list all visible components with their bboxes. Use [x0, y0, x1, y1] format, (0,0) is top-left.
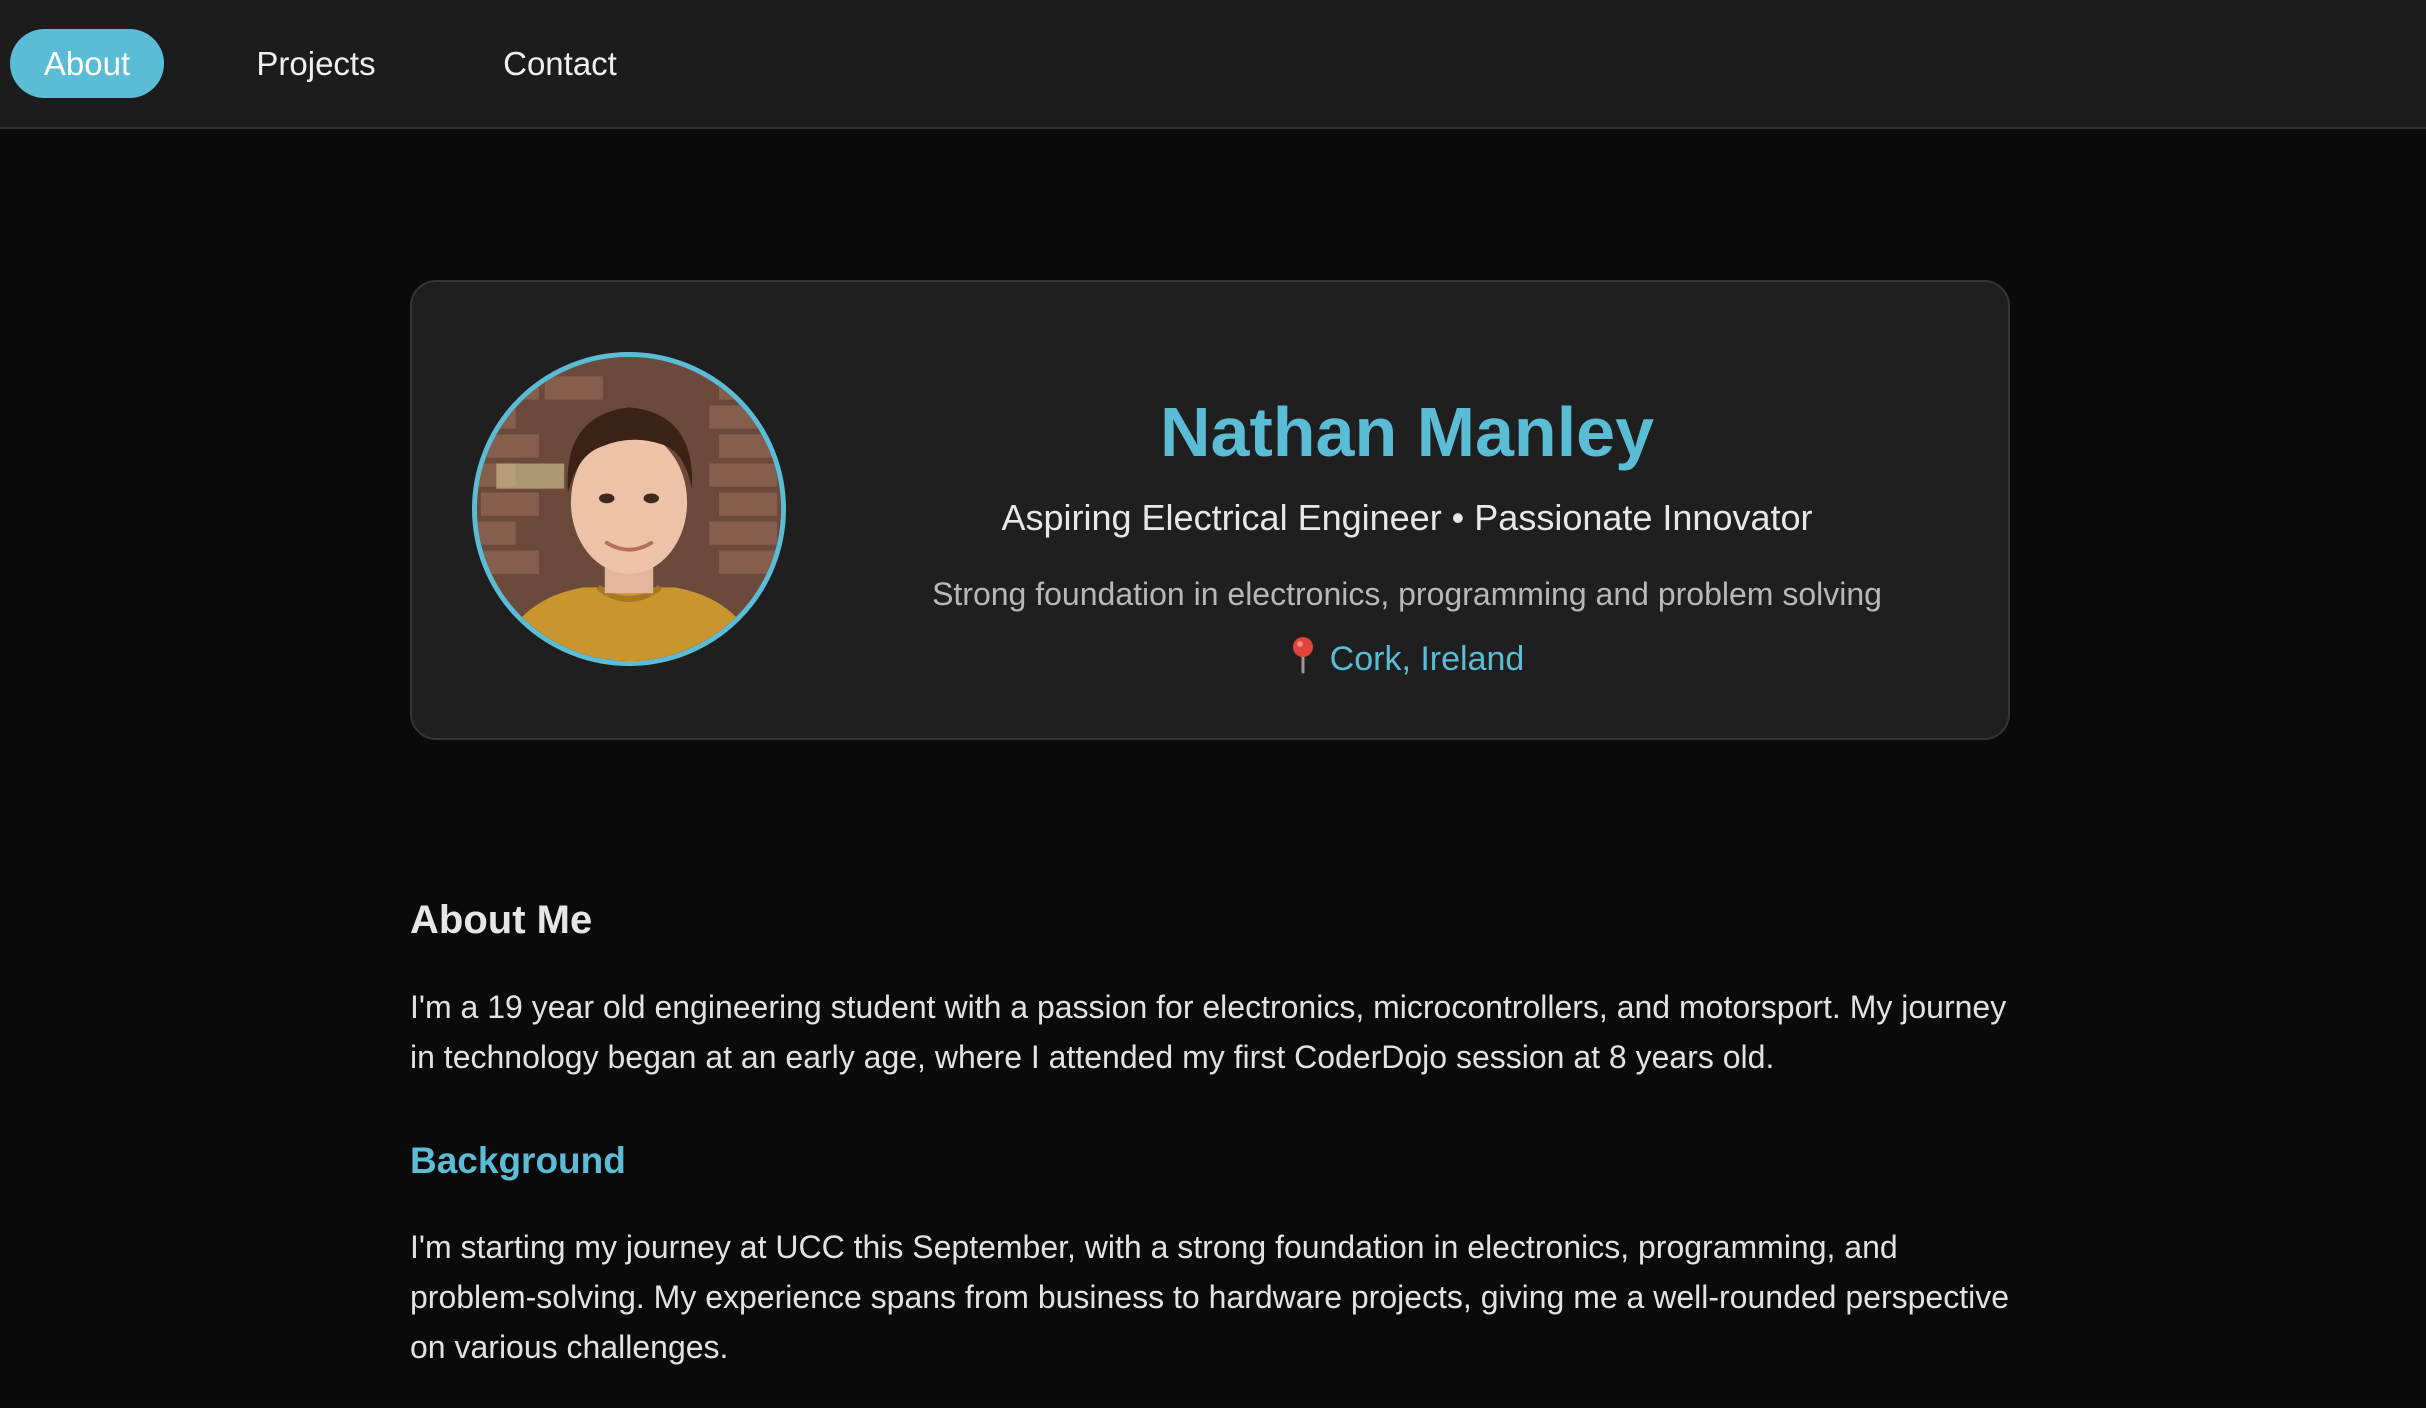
nav-item-about[interactable]: About	[10, 29, 164, 98]
profile-tagline: Aspiring Electrical Engineer • Passionat…	[1001, 497, 1813, 538]
background-heading: Background	[410, 1140, 626, 1181]
about-heading: About Me	[410, 898, 593, 942]
background-paragraph: I'm starting my journey at UCC this Sept…	[410, 1229, 2009, 1365]
profile-summary: Strong foundation in electronics, progra…	[932, 576, 1882, 612]
nav-item-projects[interactable]: Projects	[232, 29, 400, 98]
nav-item-contact[interactable]: Contact	[475, 29, 645, 98]
top-navigation: About Projects Contact	[0, 0, 2426, 129]
about-paragraph: I'm a 19 year old engineering student wi…	[410, 989, 2007, 1075]
profile-name: Nathan Manley	[1160, 393, 1654, 471]
location-text: Cork, Ireland	[1329, 640, 1525, 678]
map-pin-icon	[1292, 637, 1313, 674]
location-link[interactable]: Cork, Ireland	[862, 636, 1952, 680]
profile-card: Nathan Manley Aspiring Electrical Engine…	[410, 280, 2010, 740]
avatar	[472, 352, 786, 666]
avatar-portrait	[477, 357, 781, 661]
